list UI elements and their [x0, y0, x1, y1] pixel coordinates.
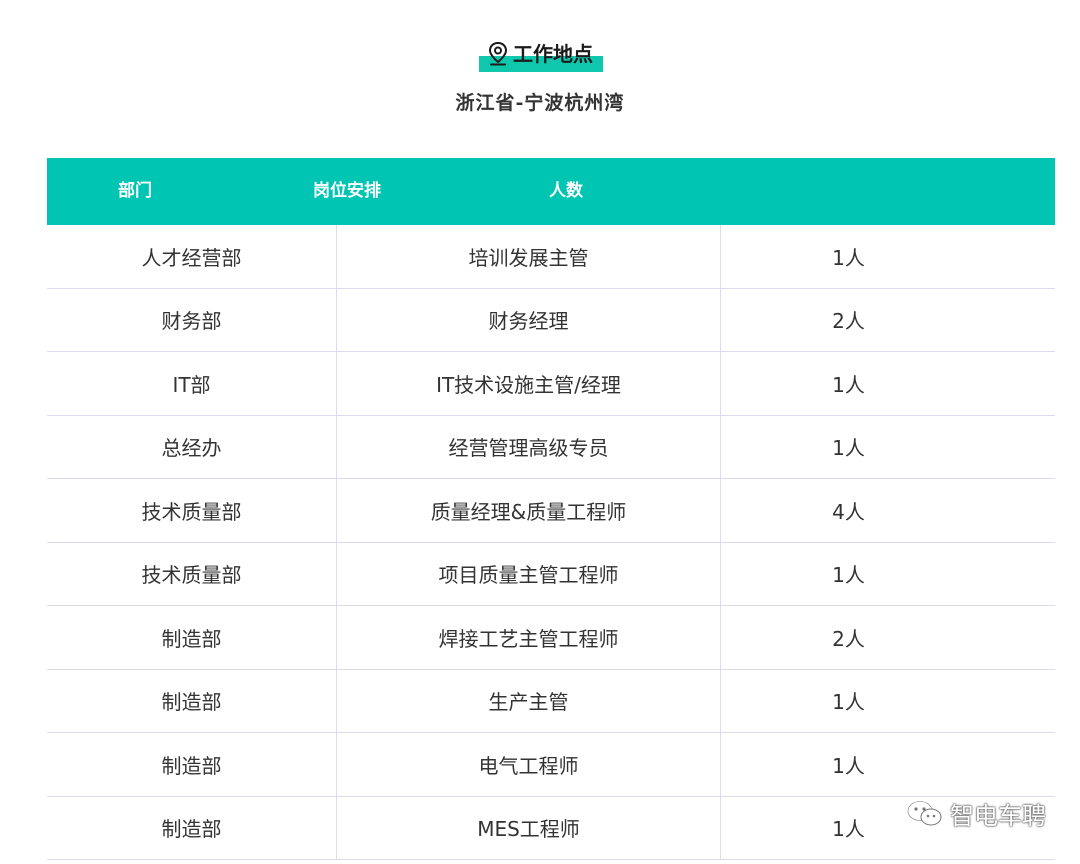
cell-position: 经营管理高级专员 — [337, 415, 721, 478]
cell-position: MES工程师 — [337, 796, 721, 859]
cell-position: 焊接工艺主管工程师 — [337, 606, 721, 669]
watermark-text: 智电车聘 — [950, 802, 1046, 830]
cell-dept: 财务部 — [47, 288, 337, 351]
table-row: IT部 IT技术设施主管/经理 1人 — [47, 352, 1055, 416]
cell-position: 质量经理&质量工程师 — [337, 479, 721, 542]
cell-dept: IT部 — [47, 352, 337, 415]
location-text: 浙江省-宁波杭州湾 — [455, 92, 625, 114]
cell-dept: 制造部 — [47, 606, 337, 669]
cell-count: 2人 — [832, 309, 865, 334]
header-count: 人数 — [549, 181, 583, 201]
watermark: 智电车聘 — [906, 796, 1046, 831]
table-row: 财务部 财务经理 2人 — [47, 288, 1055, 352]
cell-position: IT技术设施主管/经理 — [337, 352, 721, 415]
cell-count: 1人 — [832, 436, 865, 461]
table-body: 人才经营部 培训发展主管 1人 财务部 财务经理 2人 IT部 IT技术设施主管/经理 1人 总经… — [47, 225, 1055, 860]
heading-highlight: 工作地点 — [479, 38, 603, 74]
cell-dept: 技术质量部 — [47, 479, 337, 542]
section-title: 工作地点 — [513, 42, 593, 66]
cell-position: 电气工程师 — [337, 733, 721, 796]
cell-count: 1人 — [832, 690, 865, 715]
cell-dept: 制造部 — [47, 796, 337, 859]
cell-count: 4人 — [832, 499, 865, 524]
cell-count: 1人 — [832, 753, 865, 778]
table-row: 制造部 MES工程师 1人 — [47, 796, 1055, 860]
cell-count: 2人 — [832, 626, 865, 651]
cell-count: 1人 — [832, 563, 865, 588]
wechat-icon — [906, 799, 944, 829]
header-position: 岗位安排 — [313, 181, 381, 201]
table-row: 制造部 电气工程师 1人 — [47, 733, 1055, 797]
cell-dept: 技术质量部 — [47, 542, 337, 605]
cell-position: 生产主管 — [337, 669, 721, 732]
cell-dept: 制造部 — [47, 669, 337, 732]
table-row: 制造部 生产主管 1人 — [47, 669, 1055, 733]
table-row: 制造部 焊接工艺主管工程师 2人 — [47, 606, 1055, 670]
table-row: 总经办 经营管理高级专员 1人 — [47, 415, 1055, 479]
cell-dept: 总经办 — [47, 415, 337, 478]
positions-table: 部门 岗位安排 人数 人才经营部 培训发展主管 1人 财务部 财务经理 2人 IT部 IT技术… — [47, 158, 1055, 860]
cell-dept: 制造部 — [47, 733, 337, 796]
section-heading: 工作地点 — [0, 38, 1080, 74]
table-header: 部门 岗位安排 人数 — [47, 158, 1055, 225]
cell-count: 1人 — [832, 372, 865, 397]
table-row: 人才经营部 培训发展主管 1人 — [47, 225, 1055, 289]
cell-position: 财务经理 — [337, 288, 721, 351]
table-row: 技术质量部 质量经理&质量工程师 4人 — [47, 479, 1055, 543]
cell-dept: 人才经营部 — [47, 225, 337, 288]
page: 工作地点 浙江省-宁波杭州湾 部门 岗位安排 人数 人才经营部 培训发展主管 1人财… — [0, 0, 1080, 864]
cell-position: 项目质量主管工程师 — [337, 542, 721, 605]
header-dept: 部门 — [118, 181, 152, 201]
table-row: 技术质量部 项目质量主管工程师 1人 — [47, 542, 1055, 606]
cell-count: 1人 — [832, 245, 865, 270]
location-pin-icon — [487, 41, 509, 67]
cell-position: 培训发展主管 — [337, 225, 721, 288]
